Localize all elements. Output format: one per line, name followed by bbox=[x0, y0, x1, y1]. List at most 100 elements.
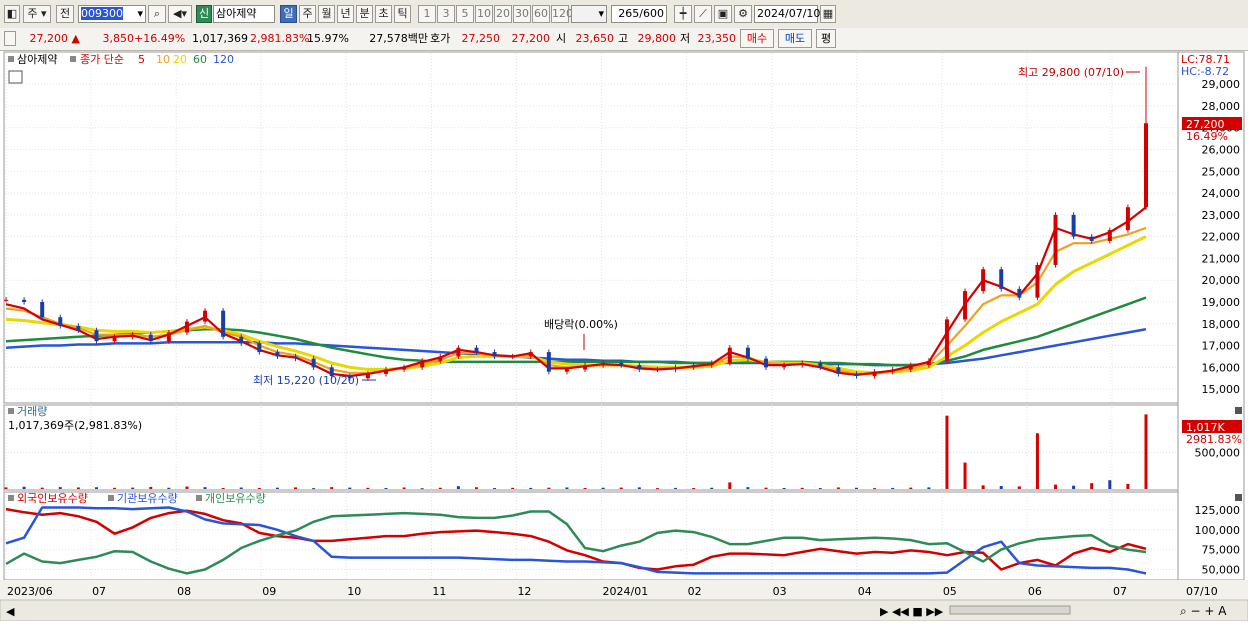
date-field[interactable]: 2024/07/10 bbox=[754, 5, 820, 23]
candle-body bbox=[908, 365, 913, 370]
period-button-6[interactable]: 틱 bbox=[394, 5, 411, 23]
legend-ma60: 60 bbox=[193, 53, 207, 66]
save-icon[interactable]: ▣ bbox=[714, 5, 732, 23]
candle-body bbox=[384, 369, 388, 374]
avg-button[interactable]: 평 bbox=[816, 29, 836, 48]
volume-bar bbox=[131, 487, 135, 489]
buy-button[interactable]: 매수 bbox=[740, 29, 774, 48]
price-tick-label: 19,000 bbox=[1202, 296, 1241, 309]
x-tick-label: 03 bbox=[773, 585, 787, 598]
price-panel bbox=[3, 51, 1179, 404]
gear-icon[interactable]: ⚙ bbox=[734, 5, 752, 23]
price-tick-label: 29,000 bbox=[1202, 78, 1241, 91]
low-label: 저 bbox=[680, 32, 691, 45]
table-icon[interactable] bbox=[8, 70, 23, 84]
code-dropdown-icon[interactable]: ▾ bbox=[137, 6, 143, 22]
zoom-slider[interactable] bbox=[949, 605, 1071, 615]
count-button-120[interactable]: 120 bbox=[551, 5, 573, 23]
candle-body bbox=[40, 301, 45, 318]
last-candle-body bbox=[1144, 123, 1148, 201]
candle-body bbox=[926, 360, 931, 366]
volume-bar bbox=[203, 487, 207, 489]
volume-close-icon[interactable] bbox=[1235, 407, 1242, 414]
volume-bar bbox=[547, 487, 551, 489]
count-button-20[interactable]: 20 bbox=[494, 5, 512, 23]
holding-close-icon[interactable] bbox=[1235, 494, 1242, 501]
x-tick-label: 11 bbox=[432, 585, 446, 598]
period-button-2[interactable]: 월 bbox=[318, 5, 335, 23]
candle-body bbox=[836, 367, 841, 374]
range-field[interactable]: 265/600 bbox=[611, 5, 667, 23]
count-button-5[interactable]: 5 bbox=[456, 5, 474, 23]
volume-bar bbox=[456, 486, 460, 489]
volume-bar bbox=[76, 487, 80, 489]
holding-legend-icon bbox=[8, 495, 14, 501]
volume-value: 1,017,369 bbox=[192, 32, 248, 45]
high-annotation: 최고 29,800 (07/10) bbox=[1018, 66, 1124, 79]
candle-body bbox=[528, 352, 533, 357]
period-button-1[interactable]: 주 bbox=[299, 5, 316, 23]
last-date-label: 07/10 bbox=[1186, 585, 1218, 598]
volume-bar bbox=[1090, 483, 1094, 489]
candle-body bbox=[474, 347, 479, 353]
search-icon[interactable]: ⌕ bbox=[148, 5, 166, 23]
window-menu-icon[interactable]: ◧ bbox=[4, 5, 20, 23]
amount: 27,578백만 bbox=[369, 32, 428, 45]
volume-bar bbox=[927, 487, 931, 489]
volume-bar bbox=[384, 487, 388, 489]
count-button-10[interactable]: 10 bbox=[475, 5, 493, 23]
x-tick-label: 09 bbox=[262, 585, 276, 598]
candle-body bbox=[438, 356, 443, 361]
market-select[interactable]: 주 ▾ bbox=[23, 5, 51, 23]
volume-bar bbox=[674, 487, 678, 489]
stock-name-field[interactable]: 삼아제약 bbox=[213, 5, 275, 23]
period-button-0[interactable]: 일 bbox=[280, 5, 297, 23]
speaker-icon[interactable]: ◀▾ bbox=[168, 5, 192, 23]
count-button-60[interactable]: 60 bbox=[532, 5, 550, 23]
candle-body bbox=[293, 356, 298, 359]
volume-bar bbox=[746, 487, 750, 489]
scroll-controls-icon[interactable]: ▶ ◀◀ ■ ▶▶ bbox=[880, 605, 944, 618]
volume-bar bbox=[366, 487, 370, 489]
period-button-3[interactable]: 년 bbox=[337, 5, 354, 23]
candle-body bbox=[456, 347, 461, 357]
volume-bar bbox=[764, 487, 768, 489]
holding-legend-icon-3 bbox=[196, 495, 202, 501]
volume-bar bbox=[529, 487, 533, 489]
count-button-1[interactable]: 1 bbox=[418, 5, 436, 23]
count-button-30[interactable]: 30 bbox=[513, 5, 531, 23]
zoom-controls-icon[interactable]: ⌕ − + A bbox=[1180, 604, 1227, 618]
prev-button[interactable]: 전 bbox=[56, 5, 74, 23]
period-button-5[interactable]: 초 bbox=[375, 5, 392, 23]
holding-indiv-label: 개인보유수량 bbox=[205, 492, 266, 505]
count-dropdown-icon[interactable]: ▾ bbox=[598, 6, 604, 22]
period-button-4[interactable]: 분 bbox=[356, 5, 373, 23]
sell-button[interactable]: 매도 bbox=[778, 29, 812, 48]
candle-icon[interactable]: ┿ bbox=[674, 5, 692, 23]
price-tick-label: 18,000 bbox=[1202, 318, 1241, 331]
candle-body bbox=[203, 310, 208, 322]
chart-svg: 15,000 16,000 17,000 18,000 19,000 20,000 21,0… bbox=[0, 51, 1248, 622]
volume-bar bbox=[945, 415, 949, 489]
candle-body bbox=[257, 343, 262, 353]
count-button-3[interactable]: 3 bbox=[437, 5, 455, 23]
candle-body bbox=[564, 369, 569, 372]
code-input[interactable]: 009300 ▾ bbox=[78, 5, 146, 23]
calendar-icon[interactable]: ▦ bbox=[820, 5, 836, 23]
candle-body bbox=[1107, 230, 1112, 241]
volume-bar bbox=[601, 487, 605, 489]
open-price: 23,650 bbox=[575, 32, 615, 45]
holding-tick-label: 50,000 bbox=[1202, 563, 1241, 576]
x-tick-label: 07 bbox=[1113, 585, 1127, 598]
candle-body bbox=[130, 334, 135, 337]
candle-body bbox=[1125, 207, 1130, 231]
volume-bar bbox=[710, 487, 714, 489]
count-input[interactable]: ▾ bbox=[571, 5, 607, 23]
quote-toggle-icon[interactable] bbox=[4, 31, 16, 46]
volume-bar bbox=[1072, 485, 1076, 489]
scroll-left-icon[interactable]: ◀ bbox=[6, 605, 15, 618]
volume-bar bbox=[438, 487, 442, 489]
draw-tool-icon[interactable]: ⟋ bbox=[694, 5, 712, 23]
volume-legend-icon bbox=[8, 408, 14, 414]
low-annotation: 최저 15,220 (10/20) bbox=[253, 374, 359, 387]
